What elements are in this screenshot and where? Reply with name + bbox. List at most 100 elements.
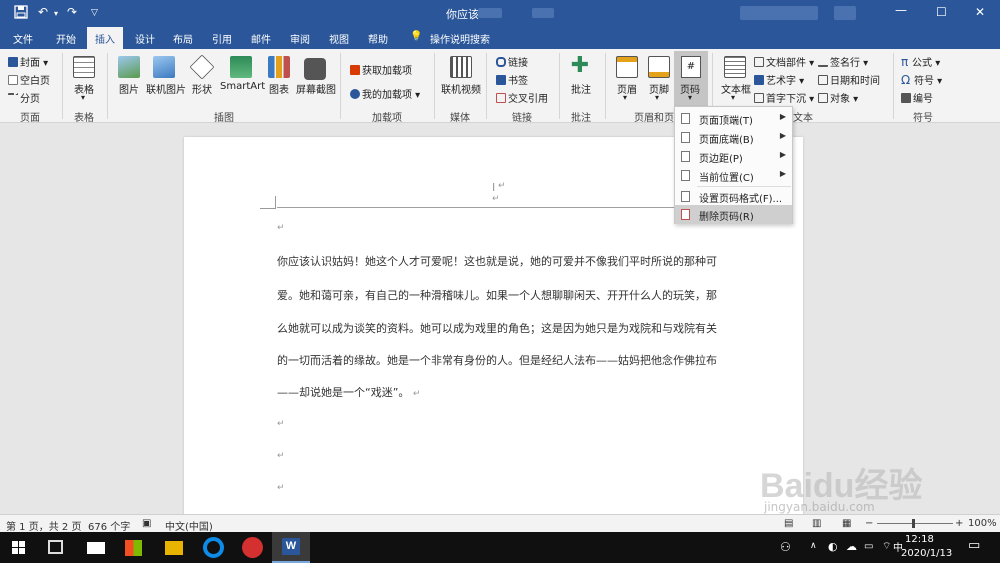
object-button[interactable]: 对象 ▾ [818, 90, 858, 105]
proofing-icon[interactable]: ▣ [142, 518, 151, 529]
clock-date[interactable]: 2020/1/13 [901, 548, 952, 559]
header-dropdown-icon[interactable]: ▾ [623, 93, 627, 102]
chart-icon [268, 56, 290, 78]
store-icon[interactable] [125, 540, 142, 556]
zoom-slider-thumb[interactable] [912, 519, 915, 528]
table-dropdown-icon[interactable]: ▾ [81, 93, 85, 102]
maximize-icon[interactable]: ☐ [936, 5, 947, 19]
number-button[interactable]: 编号 [901, 90, 933, 105]
clock-time[interactable]: 12:18 [905, 534, 934, 545]
screenshot-button[interactable]: 屏幕截图 [296, 81, 336, 96]
smartart-button[interactable]: SmartArt [220, 81, 265, 92]
page-number-button[interactable]: # 页码 ▾ [674, 51, 708, 106]
app-icon[interactable] [242, 537, 263, 558]
omega-icon: Ω [901, 73, 914, 87]
signature-icon [818, 57, 828, 67]
zoom-slider[interactable] [877, 523, 953, 524]
online-video-button[interactable]: 联机视频 [441, 81, 481, 96]
chart-button[interactable]: 图表 [269, 81, 289, 96]
zoom-in-icon[interactable]: + [955, 518, 963, 529]
browser-icon[interactable] [203, 537, 224, 558]
menu-page-margins[interactable]: 页边距(P) ▶ [675, 147, 792, 166]
paragraph-mark: ↵ [277, 483, 285, 493]
tab-mailings[interactable]: 邮件 [251, 31, 271, 46]
link-icon [496, 57, 506, 67]
wifi-icon[interactable]: ⌔ [882, 540, 891, 553]
page-break-button[interactable]: 分页 [8, 90, 40, 105]
signature-line-button[interactable]: 签名行 ▾ [818, 54, 868, 69]
group-label-text: 文本 [793, 113, 813, 124]
menu-current-position[interactable]: 当前位置(C) ▶ [675, 166, 792, 185]
file-explorer-icon[interactable] [165, 541, 183, 555]
task-view-icon[interactable] [48, 540, 63, 554]
textbox-dropdown-icon[interactable]: ▾ [731, 93, 735, 102]
picture-button[interactable]: 图片 [119, 81, 139, 96]
people-icon[interactable]: ⚇ [780, 540, 791, 554]
undo-dropdown-icon[interactable]: ▾ [54, 9, 58, 18]
online-video-icon [450, 56, 472, 78]
word-taskbar-button[interactable]: W [272, 532, 310, 563]
windows-start-icon[interactable] [12, 541, 25, 554]
baidu-watermark: Baidu经验 jingyan.baidu.com [760, 456, 950, 516]
symbol-button[interactable]: Ω 符号 ▾ [901, 72, 942, 87]
language[interactable]: 中文(中国) [165, 518, 213, 533]
cross-reference-button[interactable]: 交叉引用 [496, 90, 548, 105]
equation-button[interactable]: π 公式 ▾ [901, 54, 940, 69]
submenu-arrow-icon: ▶ [779, 131, 786, 140]
date-time-button[interactable]: 日期和时间 [818, 72, 880, 87]
separator [434, 53, 435, 119]
header-icon [616, 56, 638, 78]
customize-qat-icon[interactable]: ▽ [91, 8, 98, 18]
web-layout-icon[interactable]: ▦ [842, 518, 851, 529]
comment-button[interactable]: 批注 [571, 81, 591, 96]
footer-dropdown-icon[interactable]: ▾ [655, 93, 659, 102]
cloud-icon[interactable]: ☁ [846, 540, 857, 553]
zoom-out-icon[interactable]: − [865, 518, 873, 529]
menu-remove-page-numbers[interactable]: 删除页码(R) [675, 205, 792, 224]
tab-view[interactable]: 视图 [329, 31, 349, 46]
close-icon[interactable]: ✕ [975, 5, 985, 19]
blank-page-button[interactable]: 空白页 [8, 72, 50, 87]
shapes-button[interactable]: 形状 [192, 81, 212, 96]
cover-page-button[interactable]: 封面 ▾ [8, 54, 48, 69]
tab-design[interactable]: 设计 [135, 31, 155, 46]
notification-icon[interactable]: ◐ [828, 540, 838, 553]
submenu-arrow-icon: ▶ [779, 150, 786, 159]
bookmark-icon [496, 75, 506, 85]
table-icon [73, 56, 95, 78]
battery-icon[interactable]: ▭ [864, 541, 873, 552]
word-count[interactable]: 676 个字 [88, 518, 130, 533]
tab-file[interactable]: 文件 [13, 31, 33, 46]
minimize-icon[interactable]: — [895, 3, 907, 17]
tab-insert[interactable]: 插入 [87, 27, 123, 49]
zoom-level[interactable]: 100% [968, 518, 997, 529]
tab-home[interactable]: 开始 [56, 31, 76, 46]
tray-chevron-icon[interactable]: ∧ [810, 541, 817, 551]
menu-format-page-numbers[interactable]: 设置页码格式(F)... [675, 187, 792, 206]
menu-top-of-page[interactable]: 页面顶端(T) ▶ [675, 109, 792, 128]
mail-icon[interactable] [87, 542, 105, 554]
number-icon [901, 93, 911, 103]
redo-icon[interactable]: ↷ [67, 5, 77, 19]
online-picture-button[interactable]: 联机图片 [146, 81, 186, 96]
quick-parts-button[interactable]: 文档部件 ▾ [754, 54, 814, 69]
read-mode-icon[interactable]: ▤ [784, 518, 793, 529]
bookmark-button[interactable]: 书签 [496, 72, 528, 87]
tab-references[interactable]: 引用 [212, 31, 232, 46]
dropcap-button[interactable]: 首字下沉 ▾ [754, 90, 814, 105]
tab-layout[interactable]: 布局 [173, 31, 193, 46]
my-addins-button[interactable]: 我的加载项 ▾ [350, 86, 420, 101]
save-icon[interactable] [14, 5, 28, 22]
textbox-button[interactable]: 文本框 [721, 81, 751, 96]
tell-me-search[interactable]: 操作说明搜索 [430, 31, 490, 46]
wordart-button[interactable]: 艺术字 ▾ [754, 72, 804, 87]
action-center-icon[interactable]: ▭ [968, 538, 980, 553]
get-addins-button[interactable]: 获取加载项 [350, 62, 412, 77]
menu-bottom-of-page[interactable]: 页面底端(B) ▶ [675, 128, 792, 147]
page-count[interactable]: 第 1 页，共 2 页 [6, 518, 81, 533]
link-button[interactable]: 链接 [496, 54, 528, 69]
tab-review[interactable]: 审阅 [290, 31, 310, 46]
tab-help[interactable]: 帮助 [368, 31, 388, 46]
undo-icon[interactable]: ↶ [38, 5, 48, 19]
print-layout-icon[interactable]: ▥ [812, 518, 821, 529]
